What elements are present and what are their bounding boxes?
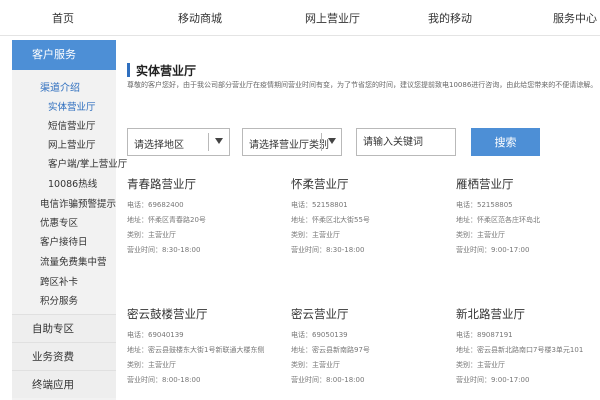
- hall-phone: 电话：69040139: [127, 331, 184, 339]
- hall-address: 地址：怀柔区北大街55号: [291, 216, 370, 224]
- sidebar-item-reception-day[interactable]: 客户接待日: [40, 234, 88, 248]
- title-accent-bar: [127, 63, 130, 77]
- hall-name[interactable]: 怀柔营业厅: [291, 176, 441, 192]
- hall-address: 地址：密云县鼓楼东大街1号新联通大楼东侧: [127, 346, 265, 354]
- hall-category: 类别：主营业厅: [456, 361, 505, 369]
- hall-name[interactable]: 青春路营业厅: [127, 176, 277, 192]
- region-select[interactable]: 请选择地区: [127, 128, 230, 156]
- hall-address: 地址：密云县新南路97号: [291, 346, 370, 354]
- chevron-down-icon: [215, 138, 223, 144]
- hall-type-select-value: 请选择营业厅类别: [249, 140, 329, 151]
- nav-service-center[interactable]: 服务中心: [553, 10, 597, 26]
- sidebar-item-app-hall[interactable]: 客户端/掌上营业厅: [48, 156, 127, 170]
- sidebar: 客户服务 渠道介绍 实体营业厅 短信营业厅 网上营业厅 客户端/掌上营业厅 10…: [12, 40, 127, 400]
- sidebar-item-sim-replace[interactable]: 跨区补卡: [40, 274, 78, 288]
- hall-hours: 营业时间：8:30-18:00: [291, 246, 365, 254]
- sidebar-item-free-data[interactable]: 流量免费集中营: [40, 254, 107, 268]
- chevron-down-icon: [328, 138, 336, 144]
- hall-card: 怀柔营业厅 电话：52158801 地址：怀柔区北大街55号 类别：主营业厅 营…: [291, 176, 441, 255]
- hall-card: 密云营业厅 电话：69050139 地址：密云县新南路97号 类别：主营业厅 营…: [291, 306, 441, 385]
- hall-category: 类别：主营业厅: [127, 361, 176, 369]
- hall-address: 地址：怀柔区范各庄环岛北: [456, 216, 540, 224]
- hall-category: 类别：主营业厅: [127, 231, 176, 239]
- hall-phone: 电话：52158805: [456, 201, 513, 209]
- hall-type-select[interactable]: 请选择营业厅类别: [242, 128, 342, 156]
- hall-card: 新北路营业厅 电话：89087191 地址：密云县新北路南口7号楼3单元101 …: [456, 306, 596, 385]
- hall-address: 地址：怀柔区青春路20号: [127, 216, 206, 224]
- hall-category: 类别：主营业厅: [456, 231, 505, 239]
- nav-home[interactable]: 首页: [52, 10, 74, 26]
- sidebar-item-fraud-alert[interactable]: 电信诈骗预警提示: [40, 196, 116, 210]
- sidebar-item-physical-hall[interactable]: 实体营业厅: [48, 99, 96, 113]
- hall-name[interactable]: 雁栖营业厅: [456, 176, 596, 192]
- sidebar-item-points[interactable]: 积分服务: [40, 293, 78, 307]
- hall-name[interactable]: 密云营业厅: [291, 306, 441, 322]
- sidebar-item-sms-hall[interactable]: 短信营业厅: [48, 118, 96, 132]
- sidebar-section-tariffs[interactable]: 业务资费: [12, 342, 116, 370]
- search-button[interactable]: 搜索: [471, 128, 540, 156]
- nav-online-hall[interactable]: 网上营业厅: [305, 10, 360, 26]
- hall-name[interactable]: 密云鼓楼营业厅: [127, 306, 277, 322]
- keyword-input[interactable]: [356, 128, 456, 156]
- hall-card: 密云鼓楼营业厅 电话：69040139 地址：密云县鼓楼东大街1号新联通大楼东侧…: [127, 306, 277, 385]
- top-nav: 首页 移动商城 网上营业厅 我的移动 服务中心: [0, 0, 600, 36]
- hall-hours: 营业时间：9:00-17:00: [456, 376, 530, 384]
- hall-name[interactable]: 新北路营业厅: [456, 306, 596, 322]
- hall-phone: 电话：69050139: [291, 331, 348, 339]
- hall-phone: 电话：52158801: [291, 201, 348, 209]
- hall-phone: 电话：69682400: [127, 201, 184, 209]
- notice-text: 尊敬的客户您好，由于我公司部分营业厅在疫情期间营业时间有变，为了节省您的时间，建…: [127, 81, 598, 89]
- hall-phone: 电话：89087191: [456, 331, 513, 339]
- sidebar-header-customer-service[interactable]: 客户服务: [12, 40, 116, 70]
- sidebar-section-self-service[interactable]: 自助专区: [12, 314, 116, 342]
- hall-category: 类别：主营业厅: [291, 361, 340, 369]
- hall-hours: 营业时间：8:30-18:00: [127, 246, 201, 254]
- page-title: 实体营业厅: [136, 64, 197, 78]
- nav-mobile-mall[interactable]: 移动商城: [178, 10, 222, 26]
- hall-card: 雁栖营业厅 电话：52158805 地址：怀柔区范各庄环岛北 类别：主营业厅 营…: [456, 176, 596, 255]
- hall-hours: 营业时间：8:00-18:00: [291, 376, 365, 384]
- sidebar-item-10086-hotline[interactable]: 10086热线: [48, 176, 97, 190]
- nav-my-mobile[interactable]: 我的移动: [428, 10, 472, 26]
- sidebar-section-devices[interactable]: 终端应用: [12, 370, 116, 398]
- hall-address: 地址：密云县新北路南口7号楼3单元101: [456, 346, 584, 354]
- region-select-value: 请选择地区: [134, 140, 184, 151]
- hall-category: 类别：主营业厅: [291, 231, 340, 239]
- hall-card: 青春路营业厅 电话：69682400 地址：怀柔区青春路20号 类别：主营业厅 …: [127, 176, 277, 255]
- sidebar-item-offers[interactable]: 优惠专区: [40, 215, 78, 229]
- sidebar-item-online-hall[interactable]: 网上营业厅: [48, 137, 96, 151]
- hall-hours: 营业时间：9:00-17:00: [456, 246, 530, 254]
- hall-hours: 营业时间：8:00-18:00: [127, 376, 201, 384]
- sidebar-group-channels[interactable]: 渠道介绍: [40, 79, 80, 94]
